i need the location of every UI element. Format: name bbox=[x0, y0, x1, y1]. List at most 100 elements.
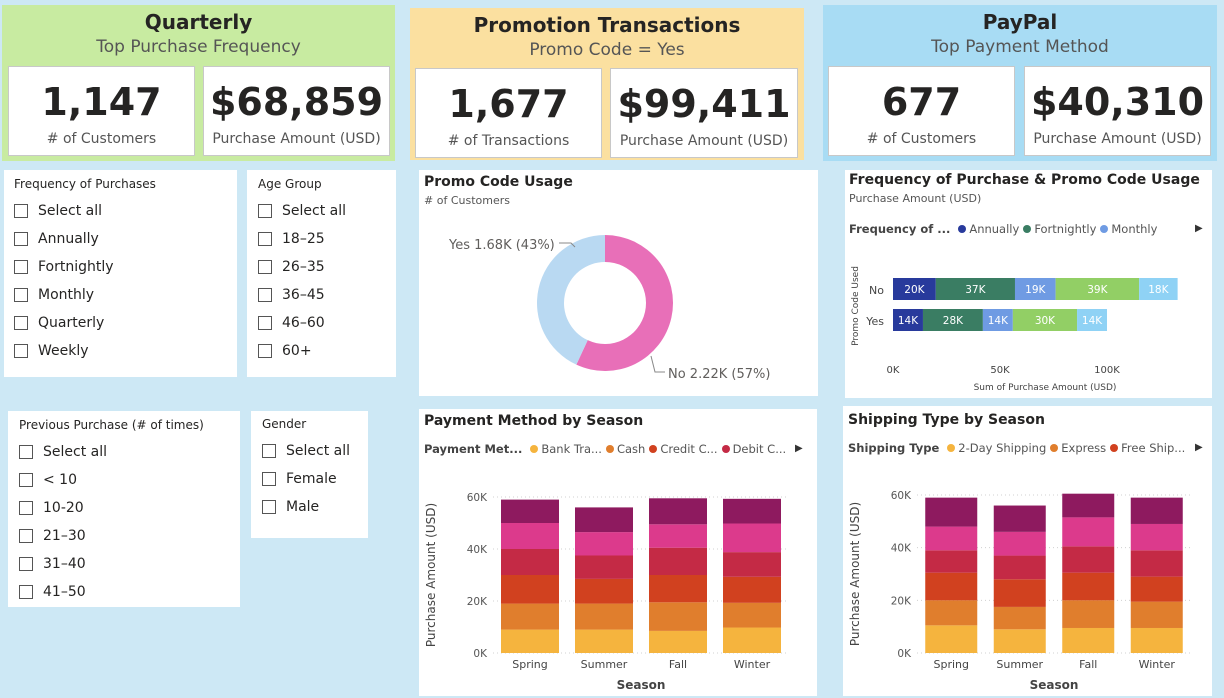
checkbox[interactable] bbox=[19, 473, 33, 487]
column-segment[interactable] bbox=[723, 602, 781, 628]
checkbox[interactable] bbox=[258, 204, 272, 218]
promo-code-usage-visual[interactable]: Promo Code Usage # of Customers Yes 1.68… bbox=[419, 170, 818, 396]
column-segment[interactable] bbox=[925, 526, 978, 551]
slicer-option-monthly[interactable]: Monthly bbox=[14, 281, 227, 309]
checkbox[interactable] bbox=[262, 472, 276, 486]
column-segment[interactable] bbox=[925, 572, 978, 601]
column-segment[interactable] bbox=[723, 552, 781, 577]
slicer-option-annually[interactable]: Annually bbox=[14, 225, 227, 253]
kpi-card-customers[interactable]: 1,147 # of Customers bbox=[8, 66, 195, 156]
column-segment[interactable] bbox=[993, 629, 1046, 653]
column-segment[interactable] bbox=[1130, 550, 1183, 577]
checkbox[interactable] bbox=[19, 529, 33, 543]
freq-promo-visual[interactable]: Frequency of Purchase & Promo Code Usage… bbox=[845, 170, 1212, 398]
kpi-card-transactions[interactable]: 1,677 # of Transactions bbox=[415, 68, 602, 158]
slicer-option-select-all[interactable]: Select all bbox=[262, 437, 357, 465]
column-segment[interactable] bbox=[993, 555, 1046, 580]
slicer-option-female[interactable]: Female bbox=[262, 465, 357, 493]
column-segment[interactable] bbox=[993, 579, 1046, 607]
slicer-option-select-all[interactable]: Select all bbox=[258, 197, 385, 225]
column-segment[interactable] bbox=[1130, 576, 1183, 602]
column-segment[interactable] bbox=[649, 547, 707, 575]
slicer-option-select-all[interactable]: Select all bbox=[19, 438, 229, 466]
checkbox[interactable] bbox=[258, 232, 272, 246]
column-segment[interactable] bbox=[501, 499, 559, 523]
column-segment[interactable] bbox=[649, 498, 707, 525]
column-segment[interactable] bbox=[501, 629, 559, 653]
column-segment[interactable] bbox=[501, 603, 559, 630]
slicer-option-41-50[interactable]: 41–50 bbox=[19, 578, 229, 606]
column-segment[interactable] bbox=[575, 578, 633, 604]
column-segment[interactable] bbox=[1062, 517, 1115, 547]
column-segment[interactable] bbox=[501, 549, 559, 575]
slicer-option-10-20[interactable]: 10-20 bbox=[19, 494, 229, 522]
column-segment[interactable] bbox=[649, 524, 707, 548]
slicer-option-60-plus[interactable]: 60+ bbox=[258, 337, 385, 365]
column-segment[interactable] bbox=[1062, 600, 1115, 628]
shipping-season-visual[interactable]: Shipping Type by Season Shipping Type 2-… bbox=[843, 406, 1212, 696]
checkbox[interactable] bbox=[19, 557, 33, 571]
slicer-option-fortnightly[interactable]: Fortnightly bbox=[14, 253, 227, 281]
column-segment[interactable] bbox=[575, 532, 633, 556]
column-segment[interactable] bbox=[575, 507, 633, 533]
column-segment[interactable] bbox=[649, 575, 707, 603]
column-segment[interactable] bbox=[723, 523, 781, 553]
column-segment[interactable] bbox=[993, 606, 1046, 630]
column-segment[interactable] bbox=[575, 555, 633, 579]
column-segment[interactable] bbox=[723, 627, 781, 653]
column-segment[interactable] bbox=[1062, 572, 1115, 601]
payment-season-visual[interactable]: Payment Method by Season Payment Met... … bbox=[419, 409, 817, 696]
slicer-option-quarterly[interactable]: Quarterly bbox=[14, 309, 227, 337]
slicer-option-26-35[interactable]: 26–35 bbox=[258, 253, 385, 281]
kpi-card-customers[interactable]: 677 # of Customers bbox=[828, 66, 1015, 156]
slicer-option-18-25[interactable]: 18–25 bbox=[258, 225, 385, 253]
slicer-option-weekly[interactable]: Weekly bbox=[14, 337, 227, 365]
column-segment[interactable] bbox=[1130, 601, 1183, 628]
slicer-option-under-10[interactable]: < 10 bbox=[19, 466, 229, 494]
checkbox[interactable] bbox=[258, 288, 272, 302]
slicer-option-male[interactable]: Male bbox=[262, 493, 357, 521]
column-segment[interactable] bbox=[723, 576, 781, 603]
checkbox[interactable] bbox=[14, 316, 28, 330]
column-segment[interactable] bbox=[575, 603, 633, 630]
checkbox[interactable] bbox=[14, 204, 28, 218]
column-segment[interactable] bbox=[993, 505, 1046, 532]
column-segment[interactable] bbox=[501, 575, 559, 604]
column-segment[interactable] bbox=[1062, 493, 1115, 518]
column-segment[interactable] bbox=[649, 630, 707, 653]
checkbox[interactable] bbox=[262, 444, 276, 458]
kpi-card-purchase-amount[interactable]: $99,411 Purchase Amount (USD) bbox=[610, 68, 798, 158]
checkbox[interactable] bbox=[262, 500, 276, 514]
slicer-option-select-all[interactable]: Select all bbox=[14, 197, 227, 225]
column-segment[interactable] bbox=[575, 629, 633, 653]
slicer-option-36-45[interactable]: 36–45 bbox=[258, 281, 385, 309]
checkbox[interactable] bbox=[19, 585, 33, 599]
checkbox[interactable] bbox=[14, 288, 28, 302]
column-segment[interactable] bbox=[993, 531, 1046, 556]
checkbox[interactable] bbox=[14, 232, 28, 246]
kpi-card-purchase-amount[interactable]: $68,859 Purchase Amount (USD) bbox=[203, 66, 390, 156]
column-segment[interactable] bbox=[925, 550, 978, 573]
checkbox[interactable] bbox=[14, 260, 28, 274]
checkbox[interactable] bbox=[19, 501, 33, 515]
checkbox[interactable] bbox=[19, 445, 33, 459]
checkbox[interactable] bbox=[258, 260, 272, 274]
column-segment[interactable] bbox=[1130, 627, 1183, 653]
slicer-option-31-40[interactable]: 31–40 bbox=[19, 550, 229, 578]
column-segment[interactable] bbox=[649, 602, 707, 631]
checkbox[interactable] bbox=[14, 344, 28, 358]
column-segment[interactable] bbox=[925, 625, 978, 653]
column-segment[interactable] bbox=[1130, 523, 1183, 551]
slicer-option-21-30[interactable]: 21–30 bbox=[19, 522, 229, 550]
column-segment[interactable] bbox=[925, 600, 978, 626]
column-segment[interactable] bbox=[1130, 497, 1183, 524]
checkbox[interactable] bbox=[258, 344, 272, 358]
column-segment[interactable] bbox=[501, 523, 559, 549]
column-segment[interactable] bbox=[925, 497, 978, 527]
slicer-option-46-60[interactable]: 46–60 bbox=[258, 309, 385, 337]
kpi-card-purchase-amount[interactable]: $40,310 Purchase Amount (USD) bbox=[1024, 66, 1211, 156]
column-segment[interactable] bbox=[1062, 627, 1115, 653]
checkbox[interactable] bbox=[258, 316, 272, 330]
column-segment[interactable] bbox=[1062, 546, 1115, 573]
column-segment[interactable] bbox=[723, 498, 781, 524]
